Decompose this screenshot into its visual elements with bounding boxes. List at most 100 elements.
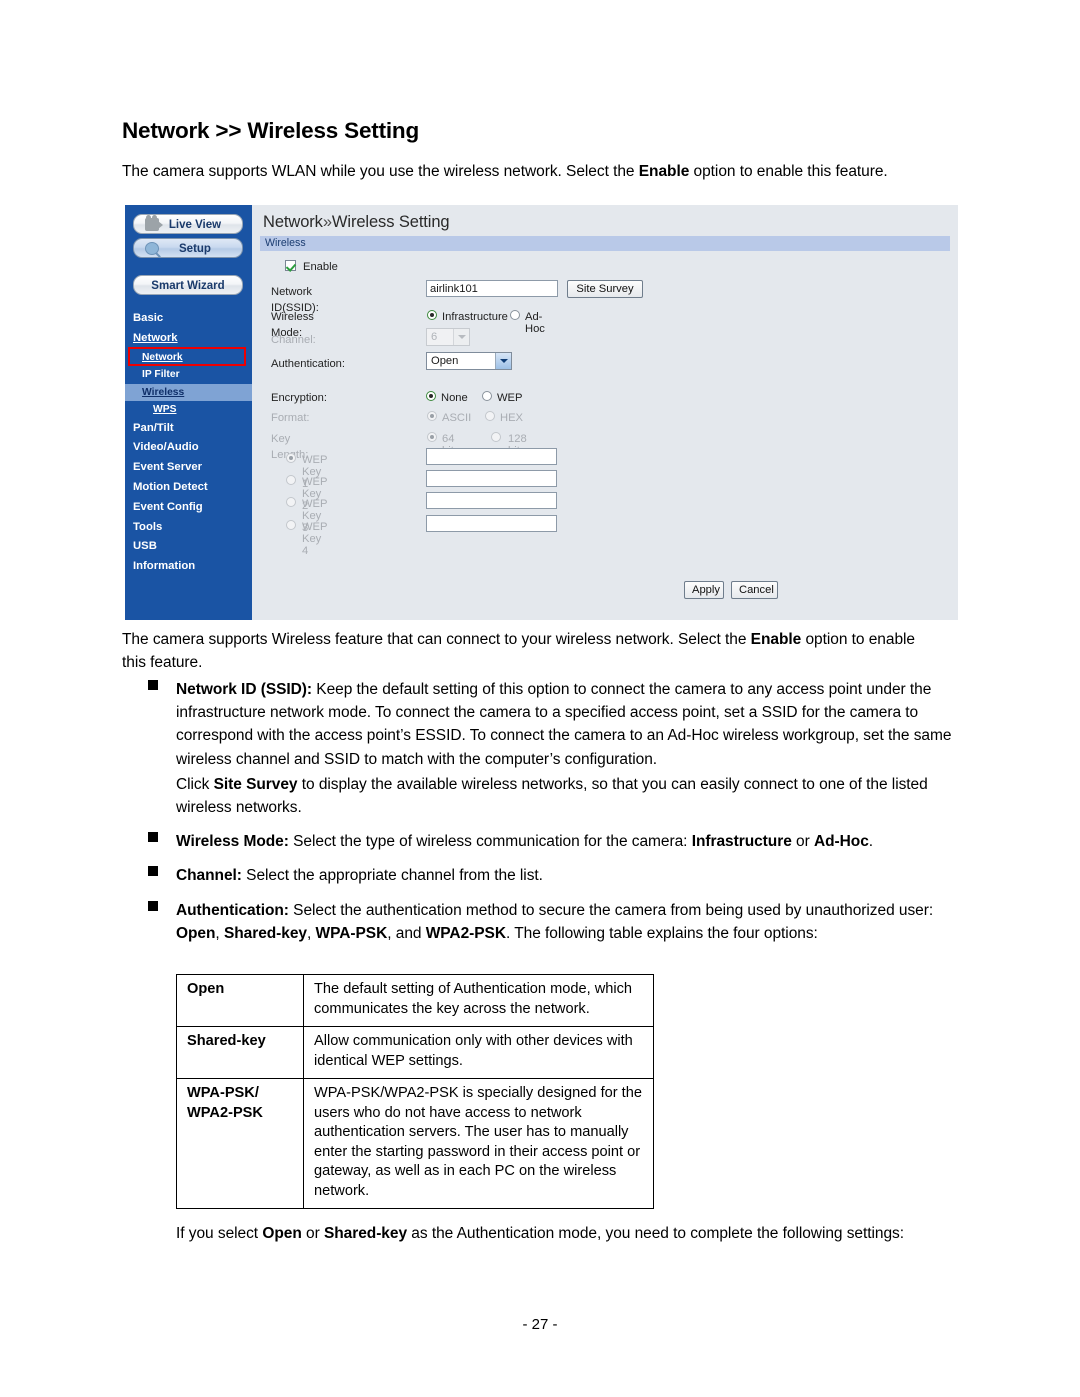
format-label: Format: xyxy=(271,412,310,424)
sidebar-item-event-server[interactable]: Event Server xyxy=(125,458,252,478)
radio-keylen-128[interactable] xyxy=(491,432,501,442)
enable-label: Enable xyxy=(303,261,338,273)
radio-wep-key-1[interactable] xyxy=(286,453,296,463)
setup-button[interactable]: Setup xyxy=(133,238,243,258)
sidebar-item-label: Video/Audio xyxy=(133,441,199,454)
table-row: Open The default setting of Authenticati… xyxy=(176,974,654,1027)
wep-key-1-input[interactable] xyxy=(426,448,557,465)
square-bullet-icon xyxy=(148,832,158,843)
intro-paragraph: The camera supports WLAN while you use t… xyxy=(122,160,952,183)
magnifier-icon xyxy=(145,242,159,255)
bullet-body-3: . xyxy=(868,833,874,851)
bullet-bold-4: WPA2-PSK xyxy=(425,924,506,942)
live-view-button[interactable]: Live View xyxy=(133,214,243,234)
radio-wep-key-2[interactable] xyxy=(286,475,296,485)
sidebar-item-network[interactable]: Network xyxy=(125,329,252,349)
site-survey-button[interactable]: Site Survey xyxy=(567,280,643,298)
app-content-panel: Network»Wireless Setting Wireless Enable… xyxy=(252,205,958,620)
bullet-list: Network ID (SSID): Keep the default sett… xyxy=(122,678,958,956)
table-row: WPA-PSK/WPA2-PSK WPA-PSK/WPA2-PSK is spe… xyxy=(176,1078,654,1209)
authentication-select[interactable]: Open xyxy=(426,352,512,370)
sidebar-item-label: Event Server xyxy=(133,461,203,474)
bullet-body-5: . The following table explains the four … xyxy=(505,924,818,942)
sidebar-item-label: Event Config xyxy=(133,500,203,513)
sidebar-item-label: Network xyxy=(142,351,183,363)
radio-keylen-64[interactable] xyxy=(427,432,437,442)
document-page: Network >> Wireless Setting The camera s… xyxy=(0,0,1080,1397)
sidebar-item-label: USB xyxy=(133,540,157,553)
below-screenshot-paragraph: The camera supports Wireless feature tha… xyxy=(122,628,922,674)
setup-label: Setup xyxy=(179,243,211,255)
enable-checkbox[interactable] xyxy=(285,260,296,271)
sidebar-item-pan-tilt[interactable]: Pan/Tilt xyxy=(125,419,252,439)
camcorder-icon xyxy=(145,215,163,231)
smart-wizard-button[interactable]: Smart Wizard xyxy=(133,275,243,295)
sidebar-item-video-audio[interactable]: Video/Audio xyxy=(125,438,252,458)
sidebar-item-label: Wireless xyxy=(142,386,185,398)
bullet-channel: Channel: Select the appropriate channel … xyxy=(122,864,958,887)
radio-format-ascii[interactable] xyxy=(427,411,437,421)
infrastructure-label: Infrastructure xyxy=(442,311,508,323)
sub-bold: Site Survey xyxy=(213,775,298,793)
radio-adhoc[interactable] xyxy=(510,310,520,320)
table-cell-value: WPA-PSK/WPA2-PSK is specially designed f… xyxy=(303,1078,654,1209)
sidebar-item-label: Tools xyxy=(133,520,163,533)
app-breadcrumb: Network»Wireless Setting xyxy=(263,213,450,232)
channel-label: Channel: xyxy=(271,334,316,346)
channel-select[interactable]: 6 xyxy=(426,328,470,346)
wep-key-4-input[interactable] xyxy=(426,515,557,532)
smart-wizard-label: Smart Wizard xyxy=(151,280,225,292)
sidebar-item-label: Network xyxy=(133,331,178,344)
sidebar-item-tools[interactable]: Tools xyxy=(125,518,252,538)
bullet-body: Select the appropriate channel from the … xyxy=(241,867,543,885)
sidebar-item-basic[interactable]: Basic xyxy=(125,309,252,329)
intro-bold: Enable xyxy=(638,163,690,180)
authentication-label: Authentication: xyxy=(271,358,346,370)
bullet-term: Authentication: xyxy=(176,901,289,919)
cancel-button[interactable]: Cancel xyxy=(731,581,778,599)
bullet-subparagraph: Click Site Survey to display the availab… xyxy=(176,773,958,819)
ssid-input[interactable]: airlink101 xyxy=(426,280,558,297)
bullet-term: Wireless Mode: xyxy=(176,833,289,851)
sidebar-item-ip-filter[interactable]: IP Filter xyxy=(125,366,252,384)
bullet-body-3: , xyxy=(307,924,316,942)
radio-encryption-wep[interactable] xyxy=(482,391,492,401)
wep-key-4-label: WEP Key 4 xyxy=(302,521,328,557)
radio-format-hex[interactable] xyxy=(485,411,495,421)
sidebar-item-label: Pan/Tilt xyxy=(133,421,174,434)
bullet-bold-2: Shared-key xyxy=(223,924,308,942)
below-text-before: The camera supports Wireless feature tha… xyxy=(122,631,751,648)
authentication-value: Open xyxy=(431,355,459,367)
bullet-network-id: Network ID (SSID): Keep the default sett… xyxy=(122,678,958,819)
apply-button[interactable]: Apply xyxy=(684,581,724,599)
sidebar-item-usb[interactable]: USB xyxy=(125,537,252,557)
sidebar-item-motion-detect[interactable]: Motion Detect xyxy=(125,478,252,498)
radio-encryption-none[interactable] xyxy=(426,391,436,401)
section-header-wireless: Wireless xyxy=(260,236,950,251)
wep-key-3-input[interactable] xyxy=(426,492,557,509)
bullet-body-2: or xyxy=(791,833,814,851)
bullet-bold-1: Open xyxy=(176,924,216,942)
sidebar-item-information[interactable]: Information xyxy=(125,557,252,577)
sidebar-item-network-sub[interactable]: Network xyxy=(125,349,252,367)
sidebar-item-wireless[interactable]: Wireless xyxy=(125,383,252,402)
table-row: Shared-key Allow communication only with… xyxy=(176,1026,654,1079)
sidebar-nav: Basic Network Network IP Filter Wireless… xyxy=(125,309,252,577)
intro-text-after: option to enable this feature. xyxy=(689,163,888,180)
encryption-wep-label: WEP xyxy=(497,392,523,404)
bullet-body-1: Select the authentication method to secu… xyxy=(288,901,934,919)
authentication-options-table: Open The default setting of Authenticati… xyxy=(176,974,654,1209)
wep-key-2-input[interactable] xyxy=(426,470,557,487)
radio-infrastructure[interactable] xyxy=(427,310,437,320)
channel-value: 6 xyxy=(431,331,438,343)
closing-before: If you select xyxy=(176,1225,263,1242)
radio-wep-key-3[interactable] xyxy=(286,497,296,507)
bullet-bold-2: Ad-Hoc xyxy=(813,833,869,851)
below-bold: Enable xyxy=(750,631,802,648)
sidebar-item-event-config[interactable]: Event Config xyxy=(125,498,252,518)
radio-wep-key-4[interactable] xyxy=(286,520,296,530)
breadcrumb-part-2: Wireless Setting xyxy=(331,213,450,231)
bullet-body-4: , and xyxy=(387,924,426,942)
sidebar-item-wps[interactable]: WPS xyxy=(125,401,252,419)
sidebar-item-label: IP Filter xyxy=(142,369,180,381)
